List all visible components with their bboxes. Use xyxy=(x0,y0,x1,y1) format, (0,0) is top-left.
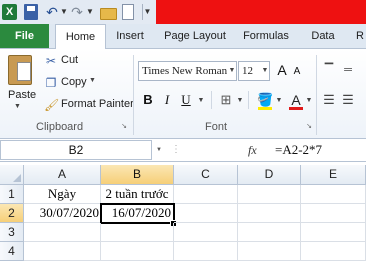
row-header-1[interactable]: 1 xyxy=(0,185,24,204)
font-name-field[interactable]: Times New Roman xyxy=(138,61,237,81)
font-name-dropdown-icon[interactable]: ▼ xyxy=(227,61,237,81)
column-header-a[interactable]: A xyxy=(24,165,101,185)
row-header-4[interactable]: 4 xyxy=(0,242,24,261)
tab-page-layout[interactable]: Page Layout xyxy=(162,24,228,48)
cell-a2[interactable]: 30/07/2020 xyxy=(24,204,101,223)
undo-icon[interactable]: ↶ xyxy=(45,4,59,20)
cut-button[interactable]: Cut xyxy=(61,54,78,66)
cell-a1[interactable]: Ngày xyxy=(24,185,101,204)
column-header-c[interactable]: C xyxy=(174,165,238,185)
format-painter-icon[interactable]: 🖌 xyxy=(44,98,59,112)
cell-e1[interactable] xyxy=(301,185,366,204)
align-center-icon[interactable]: ☰ xyxy=(341,91,355,109)
row-header-3[interactable]: 3 xyxy=(0,223,24,242)
font-group-label: Font xyxy=(205,121,228,133)
tab-formulas[interactable]: Formulas xyxy=(242,24,290,48)
format-painter-button[interactable]: Format Painter xyxy=(61,98,134,110)
font-launcher-icon[interactable]: ↘ xyxy=(305,123,313,131)
ribbon-home: Paste ▼ ✂ Cut ❐ Copy ▼ 🖌 Format Painter … xyxy=(0,49,366,139)
name-box-dropdown-icon[interactable]: ▼ xyxy=(156,147,162,153)
ribbon-tabs: File Home Insert Page Layout Formulas Da… xyxy=(0,24,366,49)
tab-data[interactable]: Data xyxy=(306,24,340,48)
shrink-font-button[interactable]: A xyxy=(291,63,303,81)
name-box[interactable]: B2 xyxy=(0,140,152,160)
cell-a3[interactable] xyxy=(24,223,101,242)
align-middle-icon[interactable]: ═ xyxy=(341,61,355,79)
tab-review[interactable]: R xyxy=(354,24,366,48)
cell-b4[interactable] xyxy=(101,242,174,261)
redo-dropdown-icon[interactable]: ▼ xyxy=(86,4,94,20)
copy-dropdown-icon[interactable]: ▼ xyxy=(89,77,96,84)
customize-toolbar-icon[interactable]: ▼ xyxy=(142,4,152,20)
save-icon[interactable] xyxy=(24,4,38,20)
formula-bar: B2 ▼ ⋮ fx =A2-2*7 xyxy=(0,139,366,162)
fill-color-dropdown-icon[interactable]: ▼ xyxy=(275,91,283,109)
format-separator xyxy=(211,91,212,109)
align-top-icon[interactable]: ▔ xyxy=(322,61,336,79)
format-separator xyxy=(248,91,249,109)
paste-icon[interactable] xyxy=(8,55,32,85)
tab-insert[interactable]: Insert xyxy=(113,24,147,48)
cell-c4[interactable] xyxy=(174,242,238,261)
cell-e4[interactable] xyxy=(301,242,366,261)
cell-a4[interactable] xyxy=(24,242,101,261)
bold-button[interactable]: B xyxy=(141,91,155,109)
open-folder-icon[interactable] xyxy=(100,4,117,20)
worksheet-grid: A B C D E 1 2 3 4 Ngày 2 tuần trước 30/0… xyxy=(0,165,366,265)
formula-input[interactable]: =A2-2*7 xyxy=(275,141,322,159)
formula-bar-grip-icon: ⋮ xyxy=(171,144,182,155)
cell-d1[interactable] xyxy=(238,185,301,204)
clipboard-launcher-icon[interactable]: ↘ xyxy=(120,123,128,131)
clipboard-group-label: Clipboard xyxy=(36,121,84,133)
cell-b2[interactable]: 16/07/2020 xyxy=(100,203,175,224)
row-header-2[interactable]: 2 xyxy=(0,204,24,223)
cell-c1[interactable] xyxy=(174,185,238,204)
font-size-dropdown-icon[interactable]: ▼ xyxy=(260,61,270,81)
borders-dropdown-icon[interactable]: ▼ xyxy=(236,91,244,109)
column-header-d[interactable]: D xyxy=(238,165,301,185)
column-header-e[interactable]: E xyxy=(301,165,366,185)
redo-icon[interactable]: ↷ xyxy=(70,4,84,20)
group-separator xyxy=(133,55,134,135)
underline-button[interactable]: U xyxy=(179,91,193,109)
copy-button[interactable]: Copy xyxy=(61,76,87,88)
group-separator xyxy=(316,55,317,135)
cell-e3[interactable] xyxy=(301,223,366,242)
align-left-icon[interactable]: ☰ xyxy=(322,91,336,109)
undo-dropdown-icon[interactable]: ▼ xyxy=(60,4,68,20)
font-color-swatch xyxy=(289,107,303,110)
quick-access-toolbar: X ↶ ▼ ↷ ▼ ▼ xyxy=(0,0,366,25)
cell-c2[interactable] xyxy=(174,204,238,223)
underline-dropdown-icon[interactable]: ▼ xyxy=(197,91,205,109)
grow-font-button[interactable]: A xyxy=(275,61,289,79)
font-color-dropdown-icon[interactable]: ▼ xyxy=(305,91,313,109)
cell-c3[interactable] xyxy=(174,223,238,242)
title-bar xyxy=(156,0,366,24)
copy-icon[interactable]: ❐ xyxy=(44,76,58,90)
paste-dropdown-icon[interactable]: ▼ xyxy=(14,103,21,110)
cell-e2[interactable] xyxy=(301,204,366,223)
column-header-b[interactable]: B xyxy=(101,165,174,185)
borders-icon[interactable]: ⊞ xyxy=(219,91,233,109)
select-all-button[interactable] xyxy=(0,165,24,185)
cell-d2[interactable] xyxy=(238,204,301,223)
italic-button[interactable]: I xyxy=(160,91,174,109)
cell-b3[interactable] xyxy=(101,223,174,242)
fill-color-swatch xyxy=(258,107,272,110)
cell-d4[interactable] xyxy=(238,242,301,261)
tab-home[interactable]: Home xyxy=(55,24,106,49)
tab-file[interactable]: File xyxy=(0,24,49,48)
excel-logo-icon[interactable]: X xyxy=(2,4,17,20)
cut-icon[interactable]: ✂ xyxy=(44,54,58,68)
insert-function-button[interactable]: fx xyxy=(248,141,257,159)
paste-button[interactable]: Paste xyxy=(8,89,36,101)
new-document-icon[interactable] xyxy=(122,4,134,20)
cell-d3[interactable] xyxy=(238,223,301,242)
cell-b1[interactable]: 2 tuần trước xyxy=(101,185,174,204)
